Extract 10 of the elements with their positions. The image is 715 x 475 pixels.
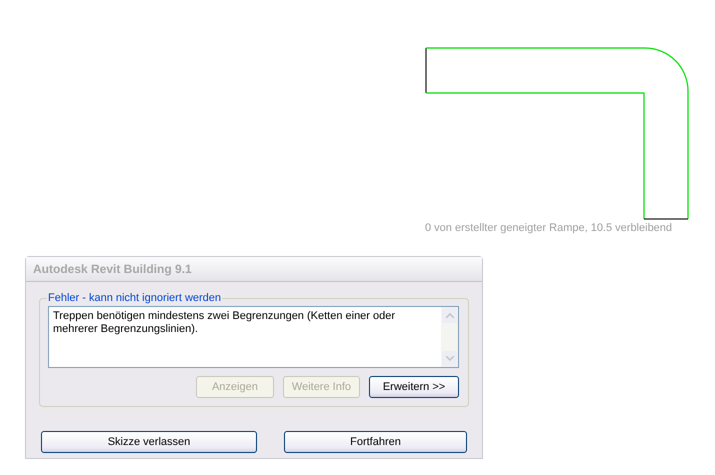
action-button[interactable]: Skizze verlassen [41,431,257,453]
scroll-down-icon[interactable] [442,351,457,366]
scroll-up-icon[interactable] [442,308,457,323]
dialog-button[interactable]: Erweitern >> [369,376,459,398]
group-legend: Fehler - kann nicht ignoriert werden [47,292,222,304]
window-title: Autodesk Revit Building 9.1 [33,262,192,276]
action-button[interactable]: Fortfahren [284,431,467,453]
scrollbar[interactable] [441,307,458,367]
error-message: Treppen benötigen mindestens zwei Begrenzungen (Ketten einer oder mehrerer Begrenzungslinien). [52,309,396,337]
sketch-status-text: 0 von erstellter geneigter Rampe, 10.5 verbleibend [425,222,672,234]
